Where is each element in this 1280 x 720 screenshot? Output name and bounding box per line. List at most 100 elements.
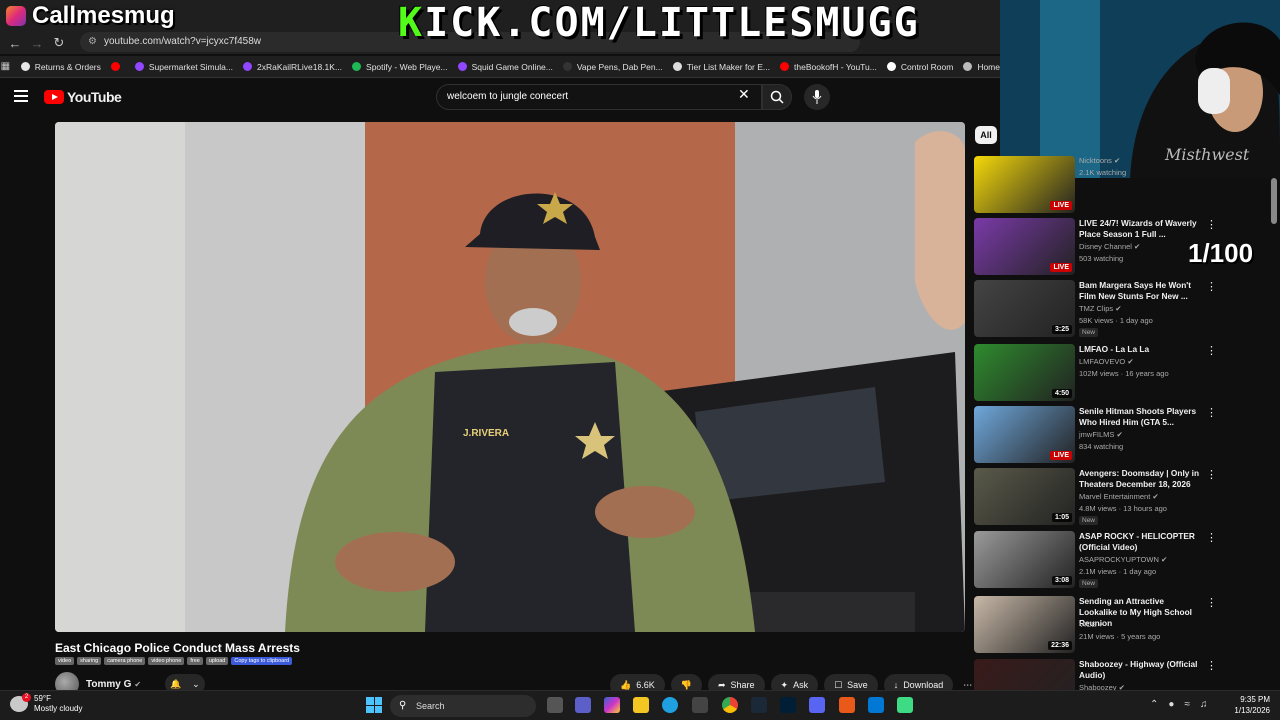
webcam-overlay: Misthwest (1000, 0, 1280, 178)
recommendation-item[interactable]: LIVE LIVE 24/7! Wizards of Waverly Place … (974, 218, 1274, 276)
recommendation-title[interactable]: Bam Margera Says He Won't Film New Stunt… (1079, 280, 1204, 302)
more-options-icon[interactable]: ⋮ (1206, 531, 1217, 544)
volume-icon[interactable]: ♫ (1200, 699, 1208, 710)
recommendation-channel[interactable]: jmwFILMS ✔ (1079, 430, 1123, 439)
chip-all[interactable]: All (975, 126, 997, 144)
recommendation-channel[interactable]: Nicktoons ✔ (1079, 156, 1120, 165)
recommendation-channel[interactable]: ASAPROCKYUPTOWN ✔ (1079, 555, 1167, 564)
clear-search-icon[interactable]: ✕ (738, 86, 750, 103)
sidebar-scrollbar[interactable] (1271, 178, 1277, 224)
bookmark-favicon-icon (242, 62, 252, 71)
more-options-icon[interactable]: ⋮ (1206, 344, 1217, 357)
video-player[interactable]: J.RIVERA (55, 122, 965, 632)
bookmark-item[interactable]: Home (963, 62, 1000, 72)
weather-widget[interactable]: 2 59°F Mostly cloudy (10, 693, 82, 714)
recommendation-channel[interactable]: LMFAOVEVO ✔ (1079, 357, 1134, 366)
more-options-icon[interactable]: ⋮ (1206, 218, 1217, 231)
edge-icon[interactable] (662, 697, 678, 713)
bookmark-item[interactable]: Control Room (886, 62, 953, 72)
recommendation-title[interactable]: Shaboozey - Highway (Official Audio) (1079, 659, 1204, 681)
teams-icon[interactable] (575, 697, 591, 713)
wifi-icon[interactable]: ≈ (1184, 699, 1190, 710)
recommendation-title[interactable]: ASAP ROCKY - HELICOPTER (Official Video) (1079, 531, 1204, 553)
recommendation-item[interactable]: 3:08 ASAP ROCKY - HELICOPTER (Official Vi… (974, 531, 1274, 589)
discord-icon[interactable] (809, 697, 825, 713)
recommendation-channel[interactable]: Marvel Entertainment ✔ (1079, 492, 1159, 501)
app-icon[interactable] (897, 697, 913, 713)
clock[interactable]: 9:35 PM 1/13/2026 (1222, 694, 1270, 716)
recommendation-thumbnail[interactable]: 3:08 (974, 531, 1075, 588)
recommendation-title[interactable]: Avengers: Doomsday | Only in Theaters De… (1079, 468, 1204, 490)
recommendation-item[interactable]: LIVE Nicktoons ✔ 2.1K watching (974, 156, 1274, 214)
recommendation-item[interactable]: 4:50 LMFAO - La La La LMFAOVEVO ✔ 102M view… (974, 344, 1274, 402)
chrome-icon[interactable] (722, 697, 738, 713)
more-options-icon[interactable]: ⋮ (1206, 280, 1217, 293)
taskbar-search[interactable]: ⚲ Search (390, 695, 536, 717)
recommendation-thumbnail[interactable]: LIVE (974, 406, 1075, 463)
taskbar-search-label: Search (416, 701, 445, 711)
copy-tags-button[interactable]: Copy tags to clipboard (231, 657, 293, 665)
bookmark-favicon-icon (110, 62, 120, 71)
bookmark-item[interactable]: Vape Pens, Dab Pen... (562, 62, 663, 72)
copilot-icon[interactable] (604, 697, 620, 713)
file-explorer-icon[interactable] (633, 697, 649, 713)
search-icon (770, 90, 784, 104)
recommendation-thumbnail[interactable]: LIVE (974, 218, 1075, 275)
recommendation-thumbnail[interactable]: 22:36 (974, 596, 1075, 653)
recommendation-channel[interactable]: Disney Channel ✔ (1079, 242, 1140, 251)
reload-button[interactable]: ↻ (48, 33, 70, 53)
bookmark-item[interactable]: Spotify - Web Playe... (352, 62, 448, 72)
bookmark-item[interactable]: Squid Game Online... (457, 62, 553, 72)
video-tag[interactable]: video phone (148, 657, 185, 665)
video-tag[interactable]: sharing (77, 657, 102, 665)
thumbs-up-icon: 👍 (620, 679, 632, 690)
recommendation-channel[interactable]: VICE ✔ (1079, 620, 1105, 629)
channel-name[interactable]: Tommy G (86, 679, 131, 690)
photoshop-icon[interactable] (780, 697, 796, 713)
recommendation-item[interactable]: 3:25 Bam Margera Says He Won't Film New S… (974, 280, 1274, 338)
video-tag[interactable]: upload (205, 657, 229, 665)
bookmark-item[interactable] (110, 62, 125, 71)
bookmark-item[interactable]: 2xRaKailRLive18.1K... (242, 62, 342, 72)
more-options-icon[interactable]: ⋮ (1206, 659, 1217, 672)
steam-icon[interactable] (751, 697, 767, 713)
more-options-icon[interactable]: ⋮ (1206, 468, 1217, 481)
recommendation-item[interactable]: LIVE Senile Hitman Shoots Players Who Hir… (974, 406, 1274, 464)
youtube-logo[interactable]: YouTube (44, 89, 122, 105)
windows-start-icon[interactable] (366, 697, 382, 713)
video-tag[interactable]: free (187, 657, 203, 665)
recommendation-title[interactable]: Senile Hitman Shoots Players Who Hired H… (1079, 406, 1204, 428)
recommendation-title[interactable]: LMFAO - La La La (1079, 344, 1204, 355)
menu-icon[interactable] (14, 90, 28, 105)
recommendation-thumbnail[interactable]: 1:05 (974, 468, 1075, 525)
recommendation-item[interactable]: 1:05 Avengers: Doomsday | Only in Theater… (974, 468, 1274, 526)
recommendation-meta: 21M views · 5 years ago (1079, 632, 1161, 641)
recommendation-channel[interactable]: TMZ Clips ✔ (1079, 304, 1122, 313)
more-options-icon[interactable]: ⋮ (1206, 596, 1217, 609)
app-icon[interactable] (868, 697, 884, 713)
task-view-icon[interactable] (547, 697, 563, 713)
chevron-up-icon[interactable]: ⌃ (1150, 699, 1158, 710)
site-info-icon[interactable]: ⚙ (88, 32, 97, 52)
bookmark-item[interactable]: Returns & Orders (20, 62, 101, 72)
bookmark-item[interactable]: Supermarket Simula... (134, 62, 233, 72)
recommendation-thumbnail[interactable]: 4:50 (974, 344, 1075, 401)
back-button[interactable]: ← (4, 33, 26, 53)
bookmark-item[interactable]: Tier List Maker for E... (672, 62, 770, 72)
apps-grid-icon[interactable]: ▦ (0, 57, 11, 77)
video-tag[interactable]: camera phone (104, 657, 146, 665)
recommendation-title[interactable]: LIVE 24/7! Wizards of Waverly Place Seas… (1079, 218, 1204, 240)
voice-search-button[interactable] (804, 84, 830, 110)
search-button[interactable] (762, 84, 792, 110)
recommendation-item[interactable]: 22:36 Sending an Attractive Lookalike to … (974, 596, 1274, 654)
forward-button[interactable]: → (26, 33, 48, 53)
more-options-icon[interactable]: ⋮ (1206, 406, 1217, 419)
recommendation-thumbnail[interactable]: LIVE (974, 156, 1075, 213)
store-icon[interactable] (692, 697, 708, 713)
recommendation-thumbnail[interactable]: 3:25 (974, 280, 1075, 337)
bookmark-item[interactable]: theBookofH - YouTu... (780, 62, 877, 72)
mic-icon[interactable]: ● (1168, 699, 1174, 710)
video-tag[interactable]: video (55, 657, 75, 665)
search-input[interactable]: welcoem to jungle conecert (436, 84, 762, 110)
app-icon[interactable] (839, 697, 855, 713)
